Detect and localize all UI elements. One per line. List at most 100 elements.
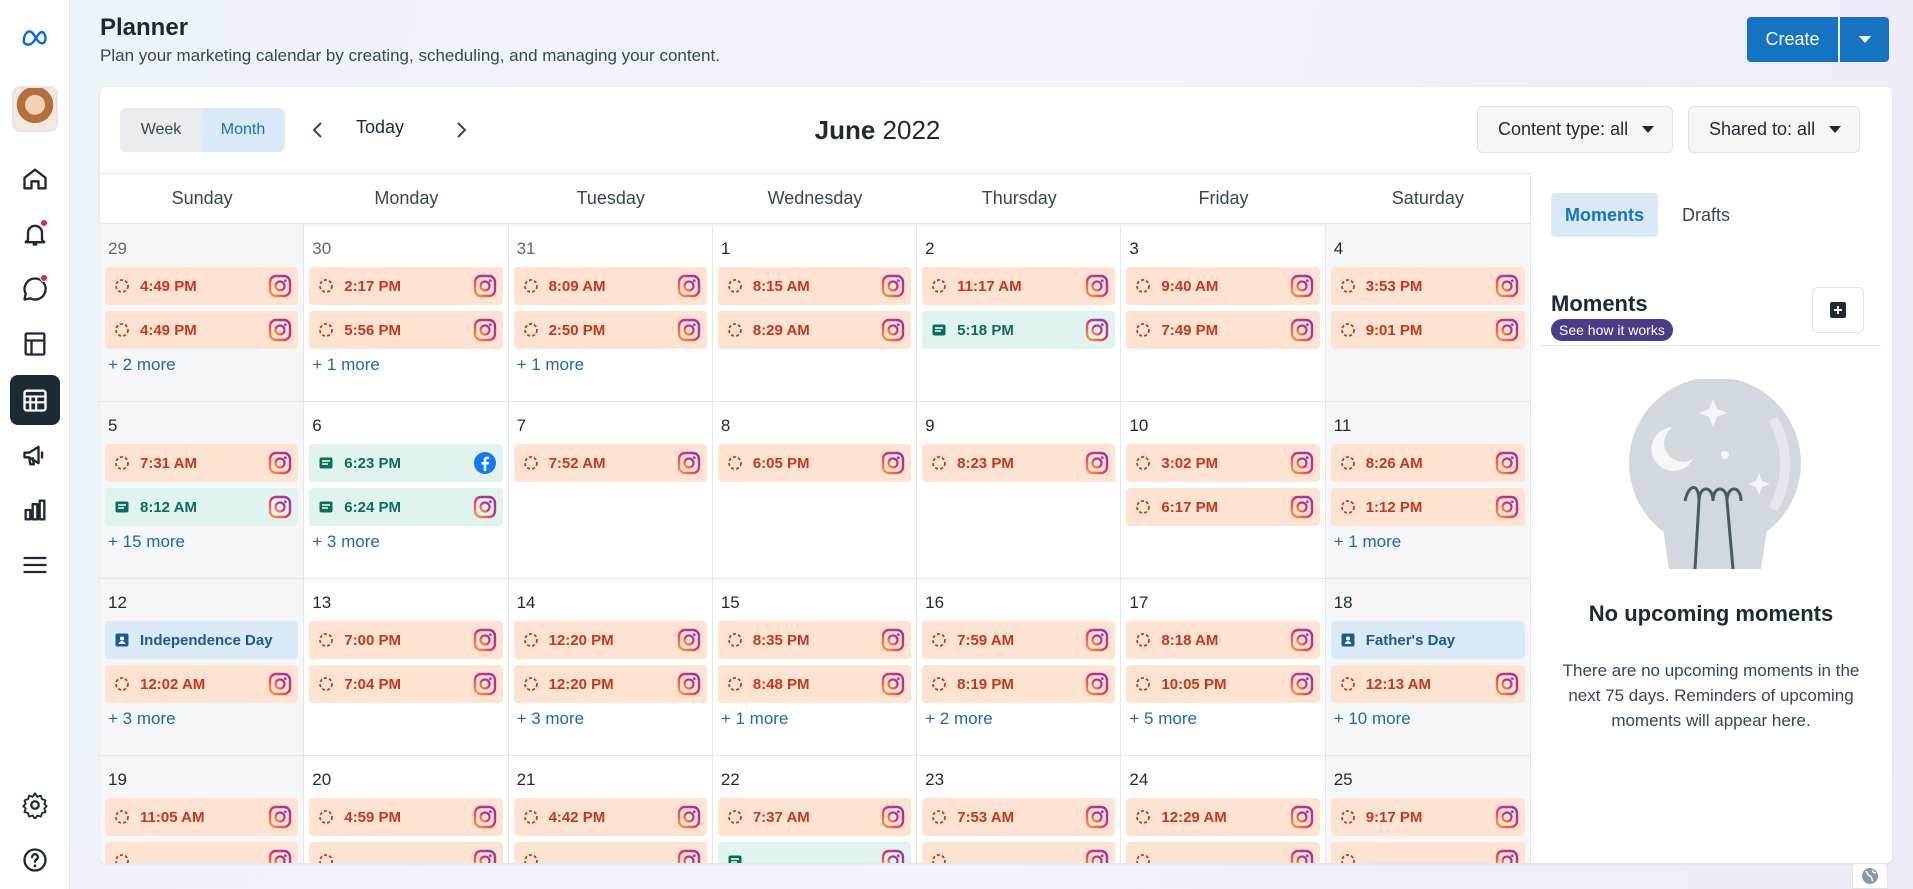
scheduled-post[interactable]: 6:23 PM [309,444,503,482]
scheduled-post[interactable]: 2:50 PM [513,311,707,349]
scheduled-post[interactable] [717,842,912,863]
scheduled-post[interactable] [309,842,503,863]
more-events-link[interactable]: + 3 more [309,532,502,552]
more-events-link[interactable]: + 3 more [105,709,298,729]
scheduled-post[interactable]: 5:56 PM [309,311,503,349]
more-events-link[interactable]: + 15 more [105,532,298,552]
scheduled-post[interactable]: 9:17 PM [1330,798,1525,836]
home-icon[interactable] [10,154,60,204]
calendar-day-cell[interactable]: 29 4:49 PM 4:49 PM + 2 more [100,225,305,402]
more-events-link[interactable]: + 2 more [105,355,298,375]
scheduled-post[interactable] [513,842,707,863]
scheduled-post[interactable] [105,842,299,863]
more-events-link[interactable]: + 1 more [514,355,707,375]
scheduled-post[interactable]: 8:09 AM [513,267,707,305]
scheduled-post[interactable]: 8:35 PM [717,621,912,659]
scheduled-post[interactable]: 8:19 PM [922,665,1116,703]
calendar-day-cell[interactable]: 16 7:59 AM 8:19 PM + 2 more [917,579,1122,756]
scheduled-post[interactable]: 7:37 AM [717,798,912,836]
calendar-day-cell[interactable]: 9 8:23 PM [917,402,1122,579]
scheduled-post[interactable]: 12:29 AM [1126,798,1320,836]
add-moment-button[interactable] [1812,287,1864,333]
scheduled-post[interactable]: 7:00 PM [309,621,503,659]
scheduled-post[interactable]: 12:20 PM [513,621,707,659]
calendar-day-cell[interactable]: 15 8:35 PM 8:48 PM + 1 more [712,579,918,756]
scheduled-post[interactable]: 3:53 PM [1330,267,1525,305]
calendar-day-cell[interactable]: 31 8:09 AM 2:50 PM + 1 more [508,225,713,402]
moment-event[interactable]: Independence Day [105,621,299,659]
scheduled-post[interactable]: 8:26 AM [1330,444,1525,482]
calendar-day-cell[interactable]: 30 2:17 PM 5:56 PM + 1 more [304,225,509,402]
chat-icon[interactable] [10,264,60,314]
meta-logo-icon[interactable] [10,12,60,62]
calendar-day-cell[interactable]: 19 11:05 AM [100,756,305,863]
calendar-day-cell[interactable]: 17 8:18 AM 10:05 PM + 5 more [1121,579,1326,756]
menu-icon[interactable] [10,540,60,590]
scheduled-post[interactable]: 11:17 AM [922,267,1116,305]
calendar-day-cell[interactable]: 1 8:15 AM 8:29 AM [712,225,918,402]
calendar-day-cell[interactable]: 25 9:17 PM [1325,756,1530,863]
more-events-link[interactable]: + 10 more [1331,709,1525,729]
calendar-icon[interactable] [10,375,60,425]
gear-icon[interactable] [10,780,60,830]
scheduled-post[interactable]: 8:48 PM [717,665,912,703]
scheduled-post[interactable]: 6:05 PM [717,444,912,482]
calendar-day-cell[interactable]: 4 3:53 PM 9:01 PM [1325,225,1530,402]
scheduled-post[interactable]: 4:49 PM [105,311,299,349]
pages-icon[interactable] [10,319,60,369]
scheduled-post[interactable]: 11:05 AM [105,798,299,836]
calendar-day-cell[interactable]: 3 9:40 AM 7:49 PM [1121,225,1326,402]
see-how-it-works-link[interactable]: See how it works [1551,319,1673,341]
scheduled-post[interactable]: 12:13 AM [1330,665,1525,703]
calendar-day-cell[interactable]: 22 7:37 AM [713,756,918,863]
scheduled-post[interactable]: 8:18 AM [1126,621,1320,659]
tab-moments[interactable]: Moments [1551,193,1659,237]
scheduled-post[interactable]: 3:02 PM [1126,444,1320,482]
calendar-day-cell[interactable]: 2 11:17 AM 5:18 PM [917,225,1122,402]
scheduled-post[interactable]: 10:05 PM [1126,665,1320,703]
scheduled-post[interactable]: 4:59 PM [309,798,503,836]
megaphone-icon[interactable] [10,430,60,480]
scheduled-post[interactable]: 7:53 AM [922,798,1116,836]
more-events-link[interactable]: + 1 more [1331,532,1525,552]
content-type-filter[interactable]: Content type: all [1477,106,1674,153]
help-icon[interactable] [10,835,60,885]
calendar-day-cell[interactable]: 11 8:26 AM 1:12 PM + 1 more [1325,402,1530,579]
scheduled-post[interactable] [1330,842,1525,863]
scheduled-post[interactable]: 12:02 AM [105,665,299,703]
scheduled-post[interactable]: 7:49 PM [1126,311,1320,349]
calendar-day-cell[interactable]: 24 12:29 AM [1121,756,1326,863]
create-dropdown-button[interactable] [1840,17,1889,62]
insights-icon[interactable] [10,485,60,535]
calendar-day-cell[interactable]: 21 4:42 PM [509,756,713,863]
scheduled-post[interactable]: 2:17 PM [309,267,503,305]
calendar-day-cell[interactable]: 18 Father's Day 12:13 AM + 10 more [1325,579,1530,756]
scheduled-post[interactable]: 9:01 PM [1330,311,1525,349]
scheduled-post[interactable]: 8:29 AM [717,311,912,349]
calendar-day-cell[interactable]: 6 6:23 PM 6:24 PM + 3 more [304,402,509,579]
scheduled-post[interactable]: 7:04 PM [309,665,503,703]
scheduled-post[interactable]: 4:49 PM [105,267,299,305]
scheduled-post[interactable]: 7:52 AM [513,444,707,482]
avatar[interactable] [12,86,58,132]
calendar-day-cell[interactable]: 8 6:05 PM [712,402,918,579]
calendar-day-cell[interactable]: 13 7:00 PM 7:04 PM [304,579,509,756]
scheduled-post[interactable]: 8:15 AM [717,267,912,305]
scheduled-post[interactable]: 7:31 AM [105,444,299,482]
calendar-day-cell[interactable]: 7 7:52 AM [508,402,713,579]
scheduled-post[interactable]: 7:59 AM [922,621,1116,659]
more-events-link[interactable]: + 2 more [922,709,1115,729]
more-events-link[interactable]: + 3 more [514,709,707,729]
more-events-link[interactable]: + 1 more [718,709,911,729]
language-globe-button[interactable] [1852,863,1888,889]
shared-to-filter[interactable]: Shared to: all [1688,106,1861,153]
scheduled-post[interactable]: 8:12 AM [105,488,299,526]
scheduled-post[interactable]: 9:40 AM [1126,267,1320,305]
calendar-day-cell[interactable]: 12 Independence Day 12:02 AM + 3 more [100,579,305,756]
moment-event[interactable]: Father's Day [1330,621,1525,659]
scheduled-post[interactable]: 6:17 PM [1126,488,1320,526]
more-events-link[interactable]: + 5 more [1126,709,1319,729]
more-events-link[interactable]: + 1 more [309,355,502,375]
create-button[interactable]: Create [1747,17,1838,62]
tab-drafts[interactable]: Drafts [1668,193,1744,237]
